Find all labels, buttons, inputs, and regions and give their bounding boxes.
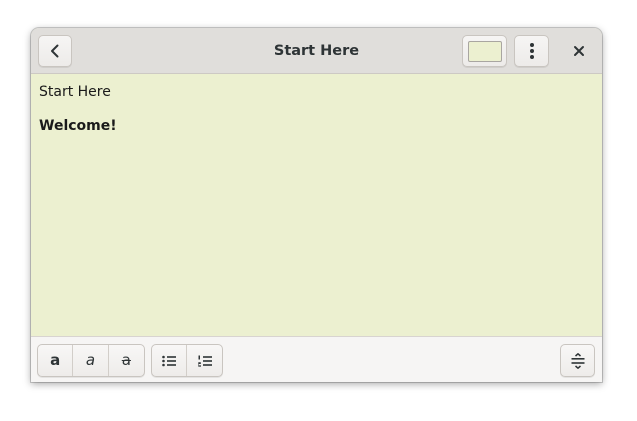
menu-button[interactable] <box>514 35 549 67</box>
bulleted-list-icon <box>162 355 176 366</box>
list-format-group <box>151 344 223 377</box>
text-settings-button[interactable] <box>560 344 595 377</box>
header-bar: Start Here <box>31 28 602 74</box>
go-back-icon <box>51 44 59 58</box>
bold-button[interactable]: a <box>38 345 74 376</box>
close-button[interactable] <box>564 36 594 66</box>
sticky-note-window: Start Here Start Here Welcome! a a a <box>31 28 602 382</box>
vertical-dots-menu-icon <box>529 43 534 59</box>
formatting-bar: a a a <box>31 336 602 382</box>
strikethrough-button[interactable]: a <box>109 345 144 376</box>
back-button[interactable] <box>38 35 72 67</box>
strikethrough-icon: a <box>121 351 131 369</box>
numbered-list-button[interactable] <box>187 345 222 376</box>
text-size-settings-icon <box>571 352 584 369</box>
note-color-button[interactable] <box>462 35 507 67</box>
numbered-list-icon <box>197 355 212 367</box>
close-icon <box>574 46 584 56</box>
italic-icon: a <box>85 351 96 369</box>
bulleted-list-button[interactable] <box>152 345 188 376</box>
text-format-group: a a a <box>37 344 145 377</box>
note-line-heading: Welcome! <box>39 118 117 134</box>
note-text-editor[interactable]: Start Here Welcome! <box>31 74 602 336</box>
note-line-title: Start Here <box>39 84 111 100</box>
italic-button[interactable]: a <box>73 345 109 376</box>
color-swatch <box>467 40 502 62</box>
bold-icon: a <box>50 351 61 369</box>
